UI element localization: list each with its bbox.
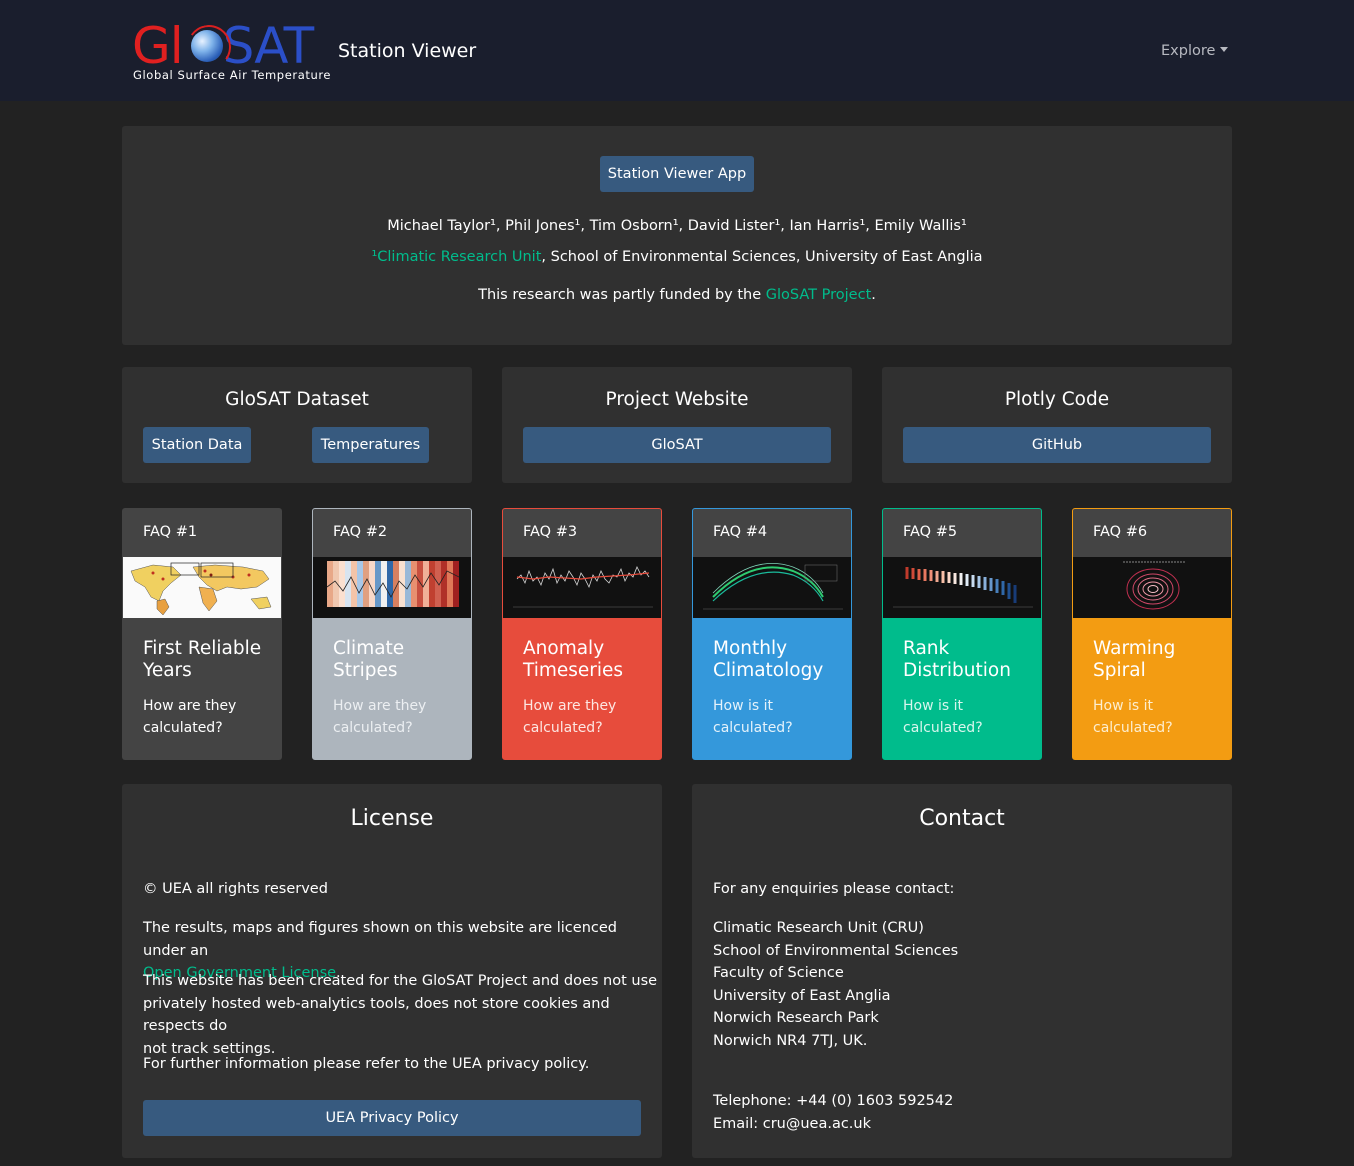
warming-spiral-thumbnail: [1073, 557, 1231, 618]
privacy-paragraph: This website has been created for the Gl…: [143, 973, 658, 1057]
faq-label: FAQ #5: [903, 524, 958, 540]
faq-card-5[interactable]: FAQ #5 Rank Distribution How is it calcula…: [882, 508, 1042, 760]
hero-card: Station Viewer App Michael Taylor¹, Phil…: [122, 126, 1232, 345]
faq-label: FAQ #3: [523, 524, 578, 540]
faq-card-3[interactable]: FAQ #3 Anomaly Timeseries How are they cal…: [502, 508, 662, 760]
faq-title: Warming Spiral: [1093, 638, 1176, 681]
copyright-text: © UEA all rights reserved: [143, 881, 328, 897]
cru-link[interactable]: ¹Climatic Research Unit: [371, 249, 541, 265]
faq-title: Anomaly Timeseries: [523, 638, 624, 681]
faq-label: FAQ #4: [713, 524, 768, 540]
faq-title: Climate Stripes: [333, 638, 405, 681]
affiliation: ¹Climatic Research Unit, School of Envir…: [371, 249, 983, 265]
contact-title: Contact: [919, 806, 1005, 831]
first-reliable-years-map-thumbnail: [123, 557, 281, 618]
website-title: Project Website: [605, 389, 749, 410]
site-title[interactable]: Station Viewer: [338, 40, 476, 62]
privacy-further-info: For further information please refer to …: [143, 1056, 590, 1072]
faq-subtitle: How are they calculated?: [523, 698, 617, 736]
faq-card-2[interactable]: FAQ #2 Climate Stripes How are they calcul…: [312, 508, 472, 760]
glosat-button[interactable]: GloSAT: [523, 427, 831, 463]
contact-email[interactable]: Email: cru@uea.ac.uk: [713, 1113, 953, 1136]
faq-title: Rank Distribution: [903, 638, 1011, 681]
caret-down-icon: [1220, 47, 1229, 52]
contact-card: Contact For any enquiries please contact…: [692, 784, 1232, 1158]
faq-card-6[interactable]: FAQ #6 Warming Spiral How is it calculated…: [1072, 508, 1232, 760]
faq-label: FAQ #2: [333, 524, 388, 540]
faq-label: FAQ #6: [1093, 524, 1148, 540]
contact-address: Climatic Research Unit (CRU) School of E…: [713, 920, 959, 1049]
monthly-climatology-thumbnail: [693, 557, 851, 618]
dataset-card: GloSAT Dataset Station Data Temperatures: [122, 367, 472, 483]
faq-subtitle: How is it calculated?: [903, 698, 983, 736]
anomaly-timeseries-thumbnail: [503, 557, 661, 618]
github-button[interactable]: GitHub: [903, 427, 1211, 463]
rank-distribution-thumbnail: [883, 557, 1041, 618]
dataset-title: GloSAT Dataset: [225, 389, 369, 410]
climate-stripes-thumbnail: [313, 557, 471, 618]
license-title: License: [350, 806, 434, 831]
faq-subtitle: How are they calculated?: [333, 698, 427, 736]
station-viewer-app-button[interactable]: Station Viewer App: [600, 156, 754, 192]
contact-intro: For any enquiries please contact:: [713, 881, 955, 897]
navbar: Gl SAT Global Surface Air Temperature Sta…: [0, 0, 1354, 101]
faq-subtitle: How is it calculated?: [713, 698, 793, 736]
authors: Michael Taylor¹, Phil Jones¹, Tim Osborn…: [387, 218, 967, 234]
website-card: Project Website GloSAT: [502, 367, 852, 483]
code-title: Plotly Code: [1004, 389, 1110, 410]
faq-title: First Reliable Years: [143, 638, 262, 681]
faq-card-4[interactable]: FAQ #4 Monthly Climatology How is it calcu…: [692, 508, 852, 760]
contact-telephone: Telephone: +44 (0) 1603 592542: [713, 1093, 954, 1109]
uea-privacy-policy-button[interactable]: UEA Privacy Policy: [143, 1100, 641, 1136]
faq-subtitle: How is it calculated?: [1093, 698, 1173, 736]
faq-label: FAQ #1: [143, 524, 198, 540]
glosat-logo[interactable]: Gl SAT Global Surface Air Temperature: [132, 20, 331, 84]
explore-dropdown[interactable]: Explore: [1161, 43, 1229, 59]
globe-icon: [191, 30, 223, 62]
contact-phone-email: Telephone: +44 (0) 1603 592542 Email: cr…: [713, 1090, 953, 1135]
glosat-project-link[interactable]: GloSAT Project: [766, 287, 871, 303]
station-data-button[interactable]: Station Data: [143, 427, 251, 463]
logo-subtitle: Global Surface Air Temperature: [133, 68, 332, 82]
faq-title: Monthly Climatology: [713, 638, 824, 681]
temperatures-button[interactable]: Temperatures: [312, 427, 429, 463]
funding: This research was partly funded by the G…: [478, 287, 876, 303]
faq-subtitle: How are they calculated?: [143, 698, 237, 736]
faq-card-1[interactable]: FAQ #1 First Reliable Years How are they c…: [122, 508, 282, 760]
code-card: Plotly Code GitHub: [882, 367, 1232, 483]
license-card: License © UEA all rights reserved The re…: [122, 784, 662, 1158]
